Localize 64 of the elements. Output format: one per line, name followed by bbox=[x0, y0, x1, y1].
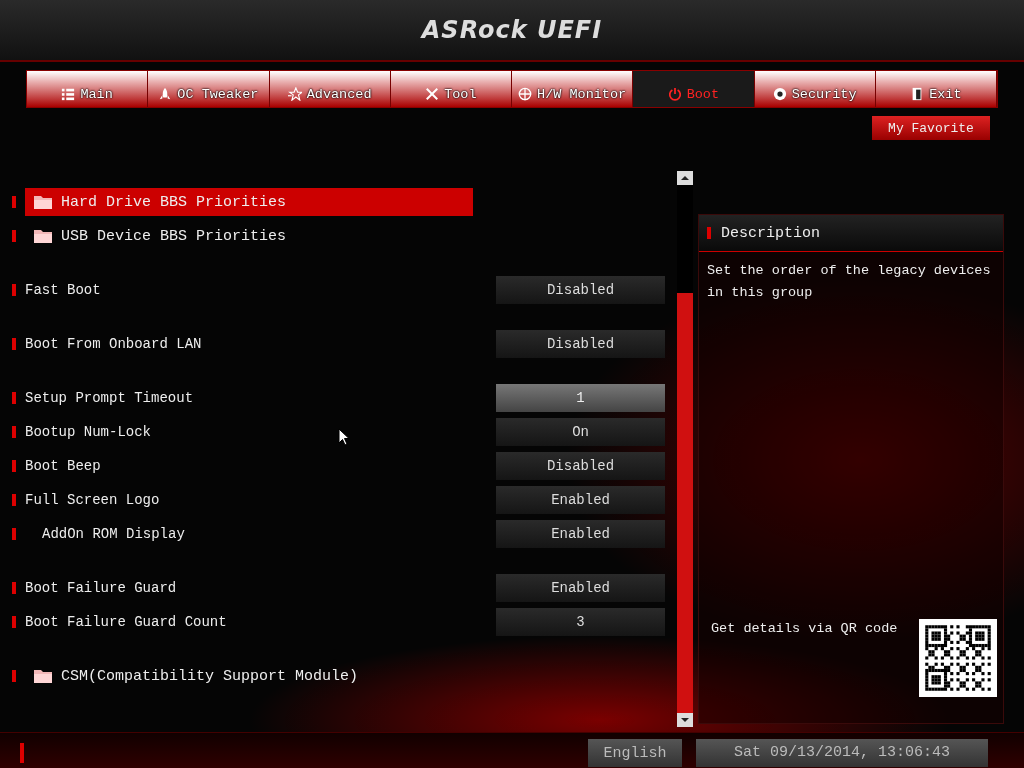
scroll-up-icon[interactable] bbox=[677, 171, 693, 185]
setting-label[interactable]: Fast Boot bbox=[25, 276, 497, 304]
setting-label[interactable]: Boot Failure Guard bbox=[25, 574, 497, 602]
setting-label[interactable]: Bootup Num-Lock bbox=[25, 418, 497, 446]
row-marker bbox=[12, 616, 16, 628]
row-marker bbox=[12, 460, 16, 472]
status-marker bbox=[20, 743, 24, 763]
scrollbar[interactable] bbox=[677, 171, 693, 727]
menu-tab[interactable]: Advanced bbox=[269, 71, 391, 107]
menu-tab[interactable]: Main bbox=[27, 71, 149, 107]
list-icon bbox=[61, 87, 76, 101]
row-marker bbox=[12, 338, 16, 350]
option-dropdown[interactable]: Disabled bbox=[496, 330, 665, 358]
setting-label[interactable]: Boot From Onboard LAN bbox=[25, 330, 497, 358]
row-marker bbox=[12, 582, 16, 594]
submenu-item[interactable]: CSM(Compatibility Support Module) bbox=[25, 662, 473, 690]
folder-icon bbox=[33, 194, 53, 210]
date-time: Sat 09/13/2014, 13:06:43 bbox=[696, 739, 988, 767]
option-dropdown[interactable]: Enabled bbox=[496, 486, 665, 514]
setting-label[interactable]: Setup Prompt Timeout bbox=[25, 384, 497, 412]
row-marker bbox=[12, 196, 16, 208]
rocket-icon bbox=[158, 87, 173, 101]
scrollbar-thumb[interactable] bbox=[677, 293, 693, 713]
menu-tab[interactable]: Exit bbox=[875, 71, 997, 107]
scroll-down-icon[interactable] bbox=[677, 713, 693, 727]
tools-icon bbox=[425, 87, 440, 101]
row-marker bbox=[12, 392, 16, 404]
option-dropdown[interactable]: Disabled bbox=[496, 452, 665, 480]
row-marker bbox=[12, 230, 16, 242]
option-dropdown[interactable]: Enabled bbox=[496, 574, 665, 602]
submenu-item[interactable]: Hard Drive BBS Priorities bbox=[25, 188, 473, 216]
row-marker bbox=[12, 528, 16, 540]
mouse-pointer-icon bbox=[338, 428, 350, 446]
setting-label[interactable]: Full Screen Logo bbox=[25, 486, 497, 514]
star-icon bbox=[287, 87, 302, 101]
row-marker bbox=[12, 284, 16, 296]
crosshair-icon bbox=[518, 87, 533, 101]
title-marker bbox=[707, 227, 711, 239]
panel-title: Description bbox=[721, 224, 821, 242]
option-dropdown[interactable]: Disabled bbox=[496, 276, 665, 304]
folder-icon bbox=[33, 668, 53, 684]
menu-tab[interactable]: OC Tweaker bbox=[148, 71, 270, 107]
submenu-item[interactable]: USB Device BBS Priorities bbox=[25, 222, 473, 250]
badge-icon bbox=[772, 87, 787, 101]
qr-caption: Get details via QR code bbox=[711, 621, 898, 636]
option-dropdown[interactable]: Enabled bbox=[496, 520, 665, 548]
menu-tab[interactable]: Tool bbox=[390, 71, 512, 107]
logo: ASRock UEFI bbox=[421, 16, 603, 44]
folder-icon bbox=[33, 228, 53, 244]
my-favorite-button[interactable]: My Favorite bbox=[872, 116, 990, 140]
setting-label[interactable]: Boot Failure Guard Count bbox=[25, 608, 497, 636]
language-button[interactable]: English bbox=[588, 739, 682, 767]
setting-label[interactable]: Boot Beep bbox=[25, 452, 497, 480]
setting-label[interactable]: AddOn ROM Display bbox=[25, 520, 497, 548]
option-dropdown[interactable]: 3 bbox=[496, 608, 665, 636]
row-marker bbox=[12, 670, 16, 682]
row-marker bbox=[12, 494, 16, 506]
power-icon bbox=[667, 87, 682, 101]
menu-tab[interactable]: Security bbox=[754, 71, 876, 107]
menu-tab[interactable]: Boot bbox=[633, 71, 755, 107]
option-dropdown[interactable]: On bbox=[496, 418, 665, 446]
value-field[interactable]: 1 bbox=[496, 384, 665, 412]
description-text: Set the order of the legacy devices in this group bbox=[707, 262, 992, 302]
row-marker bbox=[12, 426, 16, 438]
